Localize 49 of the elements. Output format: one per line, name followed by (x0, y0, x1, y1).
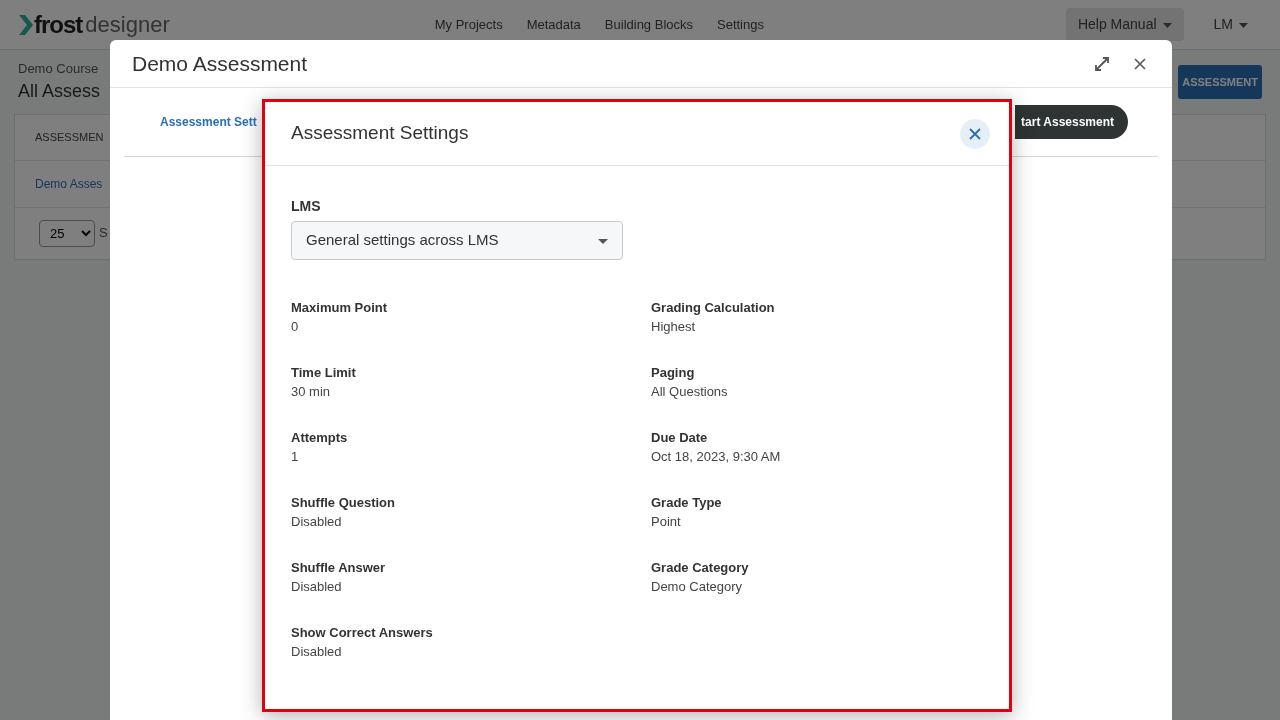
page-title: All Assess (18, 80, 101, 104)
caret-icon (598, 238, 608, 244)
modal-title: Demo Assessment (132, 50, 308, 77)
help-menu-button[interactable]: Help Manual (1065, 8, 1184, 41)
field-label: Paging (651, 364, 696, 382)
field-value: Disabled (291, 578, 343, 596)
logo-text: frost (34, 9, 83, 40)
logo-icon (18, 13, 34, 36)
nav-link[interactable]: Building Blocks (604, 14, 693, 35)
field-label: Shuffle Answer (291, 559, 387, 577)
field-value: 30 min (291, 383, 332, 401)
field-label: Grade Category (651, 559, 750, 577)
field-value: Oct 18, 2023, 9:30 AM (651, 448, 782, 466)
field-value: All Questions (651, 383, 729, 401)
page-size-label: S (99, 224, 108, 243)
field-label: Shuffle Question (291, 494, 396, 512)
page-size-select[interactable]: 25 (39, 219, 95, 247)
field-value: Demo Category (651, 578, 744, 596)
field-label: Show Correct Answers (291, 624, 434, 642)
breadcrumb-link[interactable]: Demo Course (18, 58, 101, 79)
field-value: Highest (651, 318, 697, 336)
field-label: Maximum Point (291, 299, 389, 317)
lms-select[interactable]: General settings across LMS (291, 221, 623, 260)
field-value: Point (651, 513, 682, 531)
field-value: Disabled (291, 513, 343, 531)
field-label: Grade Type (651, 494, 723, 512)
field-label: Attempts (291, 429, 349, 447)
field-label: Due Date (651, 429, 709, 447)
close-icon (1134, 57, 1146, 70)
nav-link[interactable]: Metadata (526, 14, 581, 35)
field-label: LMS (291, 197, 322, 216)
nav-link[interactable]: My Projects (434, 14, 503, 35)
start-assessment-button[interactable]: tart Assessment (1015, 105, 1128, 139)
caret-icon (1239, 22, 1248, 28)
expand-icon (1094, 55, 1110, 72)
dialog-title: Assessment Settings (291, 122, 469, 145)
field-value: Disabled (291, 643, 343, 661)
add-assessment-button[interactable]: ASSESSMENT (1178, 64, 1262, 100)
tab[interactable]: Assessment Sett (160, 113, 257, 131)
caret-icon (1162, 22, 1172, 28)
field-label: Grading Calculation (651, 299, 776, 317)
field-label: Time Limit (291, 364, 357, 382)
close-icon (969, 127, 981, 140)
logo-text: designer (85, 11, 170, 39)
nav-link[interactable]: Settings (717, 14, 764, 35)
close-button[interactable] (960, 118, 990, 149)
field-value: 1 (291, 448, 300, 466)
field-value: 0 (291, 318, 300, 336)
user-menu-button[interactable]: LM (1207, 13, 1254, 36)
